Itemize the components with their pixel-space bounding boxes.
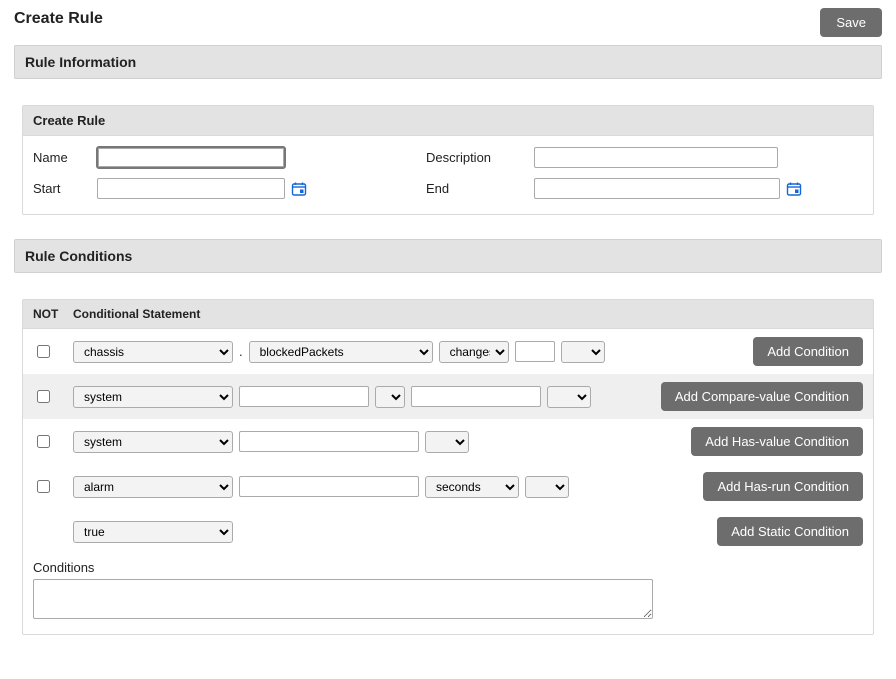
condition-row: system = Add Compare-value Condition — [23, 374, 873, 419]
condition-row: true Add Static Condition — [23, 509, 873, 554]
select-extra[interactable] — [525, 476, 569, 498]
value-input[interactable] — [239, 431, 419, 452]
not-checkbox[interactable] — [37, 345, 50, 358]
select-entity[interactable]: system — [73, 431, 233, 453]
section-rule-information: Rule Information — [14, 45, 882, 79]
not-checkbox[interactable] — [37, 435, 50, 448]
condition-row: alarm seconds Add Has-run Condition — [23, 464, 873, 509]
select-unit[interactable] — [547, 386, 591, 408]
conditions-label: Conditions — [33, 560, 863, 575]
select-comparator[interactable]: = — [375, 386, 405, 408]
select-attribute[interactable]: blockedPackets — [249, 341, 433, 363]
description-label: Description — [426, 147, 534, 168]
page-title: Create Rule — [14, 8, 103, 28]
rule-panel-header: Create Rule — [23, 106, 873, 136]
save-button[interactable]: Save — [820, 8, 882, 37]
conditions-textarea[interactable] — [33, 579, 653, 619]
not-checkbox[interactable] — [37, 480, 50, 493]
name-input[interactable] — [97, 147, 285, 168]
start-input[interactable] — [97, 178, 285, 199]
add-compare-value-button[interactable]: Add Compare-value Condition — [661, 382, 863, 411]
value-input[interactable] — [411, 386, 541, 407]
select-entity[interactable]: system — [73, 386, 233, 408]
select-static[interactable]: true — [73, 521, 233, 543]
description-input[interactable] — [534, 147, 778, 168]
section-rule-conditions: Rule Conditions — [14, 239, 882, 273]
value-input[interactable] — [239, 386, 369, 407]
calendar-icon[interactable] — [291, 181, 307, 197]
select-entity[interactable]: chassis — [73, 341, 233, 363]
add-condition-button[interactable]: Add Condition — [753, 337, 863, 366]
select-unit[interactable] — [425, 431, 469, 453]
rule-conditions-panel: NOT Conditional Statement chassis . bloc… — [22, 299, 874, 635]
dot-separator: . — [239, 344, 243, 359]
end-label: End — [426, 178, 534, 199]
select-entity[interactable]: alarm — [73, 476, 233, 498]
value-input[interactable] — [239, 476, 419, 497]
col-stmt: Conditional Statement — [73, 307, 200, 321]
rule-info-panel: Create Rule Name Description Start End — [22, 105, 874, 215]
add-has-value-button[interactable]: Add Has-value Condition — [691, 427, 863, 456]
value-input[interactable] — [515, 341, 555, 362]
col-not: NOT — [33, 307, 73, 321]
condition-row: chassis . blockedPackets changes Add Con… — [23, 329, 873, 374]
not-checkbox[interactable] — [37, 390, 50, 403]
calendar-icon[interactable] — [786, 181, 802, 197]
select-op[interactable]: changes — [439, 341, 509, 363]
add-static-condition-button[interactable]: Add Static Condition — [717, 517, 863, 546]
start-label: Start — [33, 178, 97, 199]
end-input[interactable] — [534, 178, 780, 199]
select-timeunit[interactable]: seconds — [425, 476, 519, 498]
condition-row: system Add Has-value Condition — [23, 419, 873, 464]
select-unit[interactable] — [561, 341, 605, 363]
name-label: Name — [33, 147, 97, 168]
add-has-run-button[interactable]: Add Has-run Condition — [703, 472, 863, 501]
